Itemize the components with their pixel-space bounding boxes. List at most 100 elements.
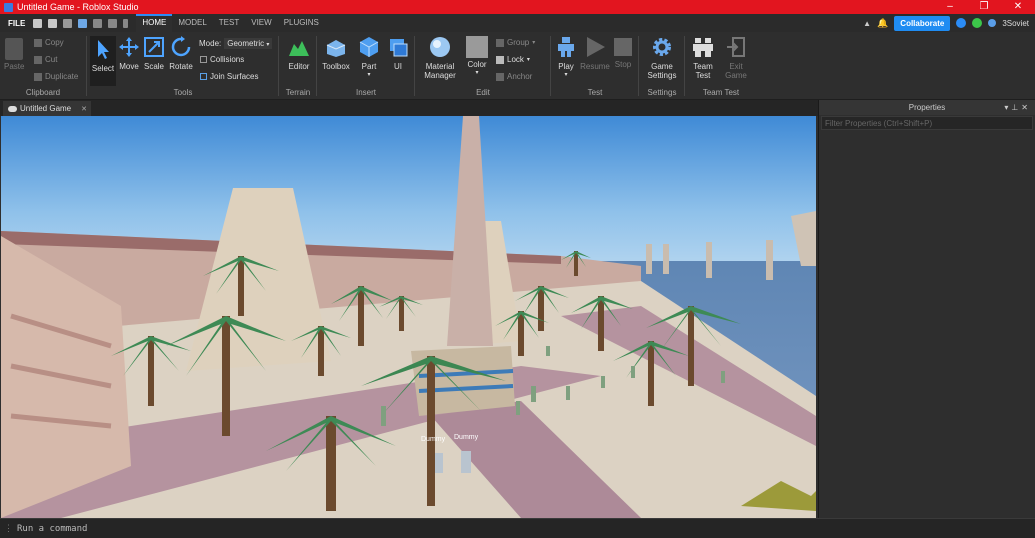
chevron-down-icon: ▾ [532,40,536,46]
play-label: Play [558,62,574,71]
lock-button[interactable]: Lock ▾ [496,55,530,64]
tab-plugins[interactable]: PLUGINS [278,14,325,32]
color-button[interactable]: Color ▾ [464,36,490,76]
command-input[interactable]: Run a command [17,524,87,534]
copy-button[interactable]: Copy [34,38,64,47]
divider [86,36,87,96]
tab-home[interactable]: HOME [136,14,173,32]
exit-game-button[interactable]: Exit Game [722,36,750,80]
group-button[interactable]: Group ▾ [496,38,535,47]
game-settings-label-1: Game [651,62,673,71]
scale-button[interactable]: Scale [142,36,166,71]
publish-icon[interactable] [78,18,88,28]
divider [316,36,317,96]
duplicate-button[interactable]: Duplicate [34,72,78,81]
tab-model[interactable]: MODEL [172,14,212,32]
collaborate-button[interactable]: Collaborate [894,15,951,31]
rotate-button[interactable]: Rotate [168,36,194,71]
new-file-icon[interactable] [33,18,43,28]
resume-label: Resume [580,62,610,71]
paste-button[interactable]: Paste [4,38,24,71]
close-icon[interactable]: ✕ [1021,103,1031,112]
mode-selector[interactable]: Mode: Geometric ▾ [199,38,273,49]
binoculars-icon[interactable] [48,18,58,28]
select-label: Select [91,64,115,73]
dummy-npc-2 [461,451,471,473]
terrain-editor-button[interactable]: Editor [284,36,314,71]
redo-icon[interactable] [63,18,73,28]
stop-icon[interactable] [93,18,103,28]
roblox-studio-icon [4,2,13,12]
resume-icon [587,37,605,57]
join-surfaces-checkbox[interactable] [200,73,207,80]
collisions-toggle[interactable]: Collisions [200,55,244,64]
window-controls: – ❐ ✕ [933,0,1035,14]
scene-render [1,116,816,518]
command-bar[interactable]: ⋮ Run a command [0,518,1035,538]
anchor-button[interactable]: Anchor [496,72,532,81]
lock-icon [496,55,504,64]
insert-group: Toolbox Part ▾ UI Insert [318,32,414,100]
minimize-button[interactable]: – [933,0,967,14]
test-group-label: Test [587,88,603,97]
customize-icon[interactable] [123,18,129,28]
duplicate-label: Duplicate [45,72,79,81]
ui-icon [390,39,408,57]
filter-properties-input[interactable]: Filter Properties (Ctrl+Shift+P) [821,116,1033,130]
play-button[interactable]: Play ▾ [554,36,578,78]
resume-button[interactable]: Resume [580,36,610,71]
ui-button[interactable]: UI [386,36,410,71]
help-icon[interactable] [956,18,967,28]
insert-group-label: Insert [355,88,376,97]
dummy-npc-1 [435,453,443,473]
collisions-label: Collisions [210,55,245,64]
document-tab[interactable]: Untitled Game ✕ [3,101,91,116]
file-menu[interactable]: FILE [0,19,33,28]
settings-group: Game Settings Settings [640,32,684,100]
material-manager-button[interactable]: Material Manager [418,36,462,80]
mode-label: Mode: [199,39,222,48]
stop-button[interactable]: Stop [612,36,634,69]
chevron-up-icon[interactable]: ▲ [863,19,871,28]
close-button[interactable]: ✕ [1001,0,1035,14]
ui-label: UI [394,62,402,71]
edit-group-label: Edit [476,88,490,97]
play-character-icon [558,37,574,57]
collisions-checkbox[interactable] [200,56,207,63]
game-settings-button[interactable]: Game Settings [644,36,680,80]
group-icon [496,38,504,47]
document-tab-title: Untitled Game [20,104,72,113]
divider [684,36,685,96]
team-test-button[interactable]: Team Test [688,36,718,80]
status-icon[interactable] [972,18,983,28]
username[interactable]: 3Soviet [1002,19,1029,28]
scale-label: Scale [143,62,164,71]
tools-group-label: Tools [173,88,193,97]
undo-icon[interactable] [108,18,118,28]
chevron-down-icon: ▾ [367,72,371,78]
paste-label: Paste [4,62,25,71]
join-surfaces-toggle[interactable]: Join Surfaces [200,72,258,81]
share-icon[interactable] [988,19,997,27]
select-button[interactable]: Select [90,36,116,86]
tab-view[interactable]: VIEW [245,14,277,32]
join-surfaces-label: Join Surfaces [210,72,259,81]
panel-controls: ▾⊥✕ [1004,100,1031,115]
maximize-button[interactable]: ❐ [967,0,1001,14]
stop-icon [614,38,632,56]
tab-test[interactable]: TEST [213,14,245,32]
part-button[interactable]: Part ▾ [356,36,382,78]
exit-game-label-2: Game [725,71,747,80]
pin-icon[interactable]: ⊥ [1011,103,1021,112]
cut-label: Cut [45,55,58,64]
toolbox-button[interactable]: Toolbox [320,36,352,71]
cut-button[interactable]: Cut [34,55,57,64]
move-button[interactable]: Move [117,36,141,71]
game-viewport[interactable]: Dummy Dummy [1,116,816,518]
group-label: Group [507,38,530,47]
mode-dropdown[interactable]: Geometric ▾ [224,38,273,49]
material-sphere-icon [430,37,450,57]
bell-icon[interactable]: 🔔 [877,18,888,29]
close-tab-icon[interactable]: ✕ [81,105,87,113]
team-icon [693,38,713,57]
